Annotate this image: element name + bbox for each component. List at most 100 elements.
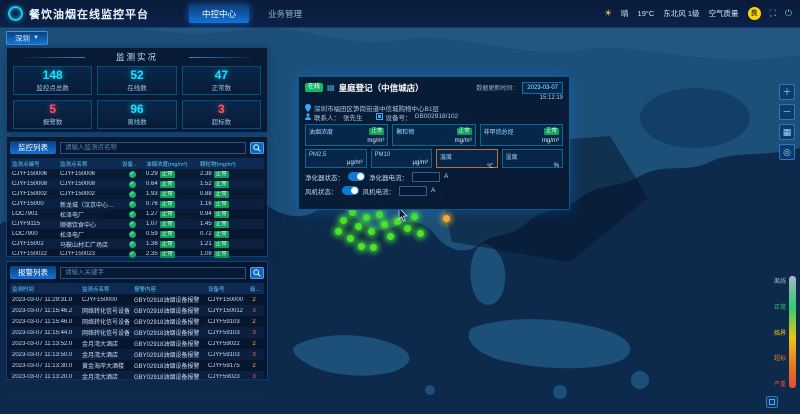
map-tool-button[interactable]: ◎	[779, 144, 795, 160]
monitor-point-marker[interactable]	[355, 223, 362, 230]
stat-card[interactable]: 148 监控点总数	[13, 66, 92, 95]
monitor-search-button[interactable]	[250, 142, 264, 154]
alarm-table-row[interactable]: 2023-03-07 11:13:52.0 金月湾大酒店 GBY02918油烟设…	[10, 338, 264, 349]
fan-toggle[interactable]	[342, 186, 359, 195]
alarm-table-row[interactable]: 2023-03-07 11:15:44.0 网络转化信号设备 GBY02918油…	[10, 327, 264, 338]
monitor-point-marker[interactable]	[381, 221, 388, 228]
online-check-icon: ✓	[129, 231, 136, 238]
alarm-search-button[interactable]	[250, 267, 264, 279]
purifier-toggle[interactable]	[348, 172, 365, 181]
stat-card[interactable]: 96 离线数	[97, 100, 176, 129]
monitor-point-marker[interactable]	[376, 211, 383, 218]
monitor-table-row[interactable]: CJYF9115 顺德饮食中心 ✓ 1.07 正常 1.45 正常	[10, 219, 264, 229]
monitor-point-marker[interactable]	[358, 243, 365, 250]
cell-alarm-time: 2023-03-07 11:13:52.0	[10, 341, 80, 347]
online-status-badge: 在线	[305, 83, 323, 92]
monitor-point-marker[interactable]	[340, 217, 347, 224]
stat-card[interactable]: 47 正常数	[182, 66, 261, 95]
metric-card[interactable]: PM2.5 μg/m³	[305, 149, 367, 168]
monitor-table-row[interactable]: CJYF150002 CJYF150002 ✓ 1.93 正常 0.88 正常	[10, 189, 264, 199]
status-badge: 正常	[214, 251, 229, 258]
metric-card[interactable]: 非甲烷总烃 正常 mg/m³	[480, 124, 563, 146]
cell-alarm-content: GBY02918油烟设备报警	[132, 317, 206, 326]
map-tool-button[interactable]: ＋	[779, 84, 795, 100]
status-badge: 正常	[214, 191, 229, 198]
tab-business-mgmt[interactable]: 业务管理	[255, 5, 315, 23]
monitor-table-row[interactable]: CJYF150006 CJYF150006 ✓ 0.29 正常 2.38 正常	[10, 169, 264, 179]
stat-card[interactable]: 52 在线数	[97, 66, 176, 95]
fume-value: 1.38	[146, 241, 158, 247]
map-tool-button[interactable]: －	[779, 104, 795, 120]
stat-value: 47	[215, 69, 228, 82]
tab-control-center[interactable]: 中控中心	[189, 5, 249, 23]
power-icon[interactable]: ⏻	[785, 8, 792, 19]
map-tool-button[interactable]: ▦	[779, 124, 795, 140]
date-picker[interactable]: 2023-03-07	[522, 82, 563, 94]
metric-card[interactable]: PM10 μg/m³	[371, 149, 433, 168]
monitor-table-header: 监测点编号 监测点名称 设备状态 油烟浓度(mg/m³) 颗粒物(mg/m³)	[10, 158, 264, 169]
monitor-point-marker[interactable]	[404, 225, 411, 232]
monitor-point-marker[interactable]	[417, 230, 424, 237]
monitor-table-row[interactable]: CJYF150022 CJYF150023 ✓ 2.35 正常 1.08 正常	[10, 249, 264, 259]
fan-control-row: 风机状态： 风机电流： A	[305, 185, 563, 196]
metric-card[interactable]: 温度 ℃	[436, 149, 498, 168]
metric-unit: mg/m³	[309, 138, 384, 144]
cell-fume: 0.64 正常	[144, 181, 198, 188]
severity-legend: 离线 正常 临界 超标 严重	[774, 276, 796, 388]
monitor-point-marker[interactable]	[387, 233, 394, 240]
monitor-table-row[interactable]: CJYF15000 新龙城（汉京中心店） ✓ 0.76 正常 1.16 正常	[10, 199, 264, 209]
alarm-table-row[interactable]: 2023-03-07 11:13:30.0 黄金海岸大酒楼 GBY02918油烟…	[10, 360, 264, 371]
tab-monitor-list[interactable]: 监控列表	[10, 141, 56, 154]
metric-card[interactable]: 油烟浓度 正常 mg/m³	[305, 124, 388, 146]
monitor-point-marker[interactable]	[363, 214, 370, 221]
monitor-table-row[interactable]: CJYF15002 马鞍山村汇广场店 ✓ 1.38 正常 1.21 正常	[10, 239, 264, 249]
monitor-table-row[interactable]: LOC7900 松泽电厂 ✓ 0.59 正常 0.72 正常	[10, 229, 264, 239]
fan-current-input[interactable]	[399, 186, 427, 196]
minimap-toggle[interactable]	[766, 396, 778, 408]
cell-alarm-device: CJYF59023	[206, 374, 248, 380]
cell-alarm-device: CJYF59022	[206, 341, 248, 347]
legend-label: 离线	[774, 276, 786, 285]
monitor-point-marker[interactable]	[347, 235, 354, 242]
city-selector-button[interactable]: 深圳 ▼	[6, 31, 48, 45]
monitor-point-marker[interactable]	[368, 228, 375, 235]
monitor-point-marker[interactable]	[370, 244, 377, 251]
monitor-search-input[interactable]	[60, 142, 246, 154]
fullscreen-icon[interactable]: ⛶	[770, 8, 776, 19]
metric-unit: %	[506, 163, 560, 169]
stat-card[interactable]: 3 超标数	[182, 100, 261, 129]
monitor-table-row[interactable]: LOC7901 松泽电厂 ✓ 1.27 正常 0.94 正常	[10, 209, 264, 219]
cell-fume: 1.27 正常	[144, 211, 198, 218]
tab-alarm-list[interactable]: 报警列表	[10, 266, 56, 279]
monitor-point-marker[interactable]	[335, 228, 342, 235]
metric-label: 非甲烷总烃	[484, 127, 514, 136]
online-check-icon: ✓	[129, 181, 136, 188]
alarm-search-input[interactable]	[60, 267, 246, 279]
metric-card[interactable]: 湿度 %	[502, 149, 564, 168]
monitor-table-row[interactable]: CJYF150008 CJYF150008 ✓ 0.64 正常 1.52 正常	[10, 179, 264, 189]
metric-unit: mg/m³	[484, 138, 559, 144]
monitor-point-marker[interactable]	[349, 209, 356, 216]
cell-alarm-content: GBY02918油烟设备报警	[132, 361, 206, 370]
search-icon	[253, 144, 261, 152]
stat-card[interactable]: 5 报警数	[13, 100, 92, 129]
legend-label: 严重	[774, 379, 786, 388]
monitor-point-marker[interactable]	[443, 215, 450, 222]
device-value: GB002918/102	[415, 113, 459, 120]
alarm-table-row[interactable]: 2023-03-07 11:29:31.0 CJYF150000 GBY0291…	[10, 294, 264, 305]
alarm-table-row[interactable]: 2023-03-07 11:13:20.0 金月湾大酒店 GBY02918油烟设…	[10, 371, 264, 382]
alarm-table-row[interactable]: 2023-03-07 11:13:50.0 金月湾大酒店 GBY02918油烟设…	[10, 349, 264, 360]
metric-card[interactable]: 颗粒物 正常 mg/m³	[392, 124, 475, 146]
cell-alarm-level: 2	[248, 363, 260, 369]
monitor-point-marker[interactable]	[411, 213, 418, 220]
alarm-list-panel: 报警列表 监测时间 监测点名称 报警内容 设备号 级别 2023-03-07 1…	[6, 261, 268, 380]
online-check-icon: ✓	[129, 251, 136, 258]
stats-panel: 监测实况 148 监控点总数 52 在线数 47 正常数	[6, 47, 268, 133]
metric-row-secondary: PM2.5 μg/m³ PM10 μg/m³ 温度 ℃	[305, 149, 563, 168]
cell-particulate: 1.21 正常	[198, 241, 250, 248]
cell-device-status: ✓	[120, 201, 144, 208]
purifier-current-input[interactable]	[412, 172, 440, 182]
cell-device-status: ✓	[120, 211, 144, 218]
alarm-table-row[interactable]: 2023-03-07 11:15:46.2 网络转化信号设备 GBY02918油…	[10, 305, 264, 316]
alarm-table-row[interactable]: 2023-03-07 11:15:46.0 网络转化信号设备 GBY02918油…	[10, 316, 264, 327]
